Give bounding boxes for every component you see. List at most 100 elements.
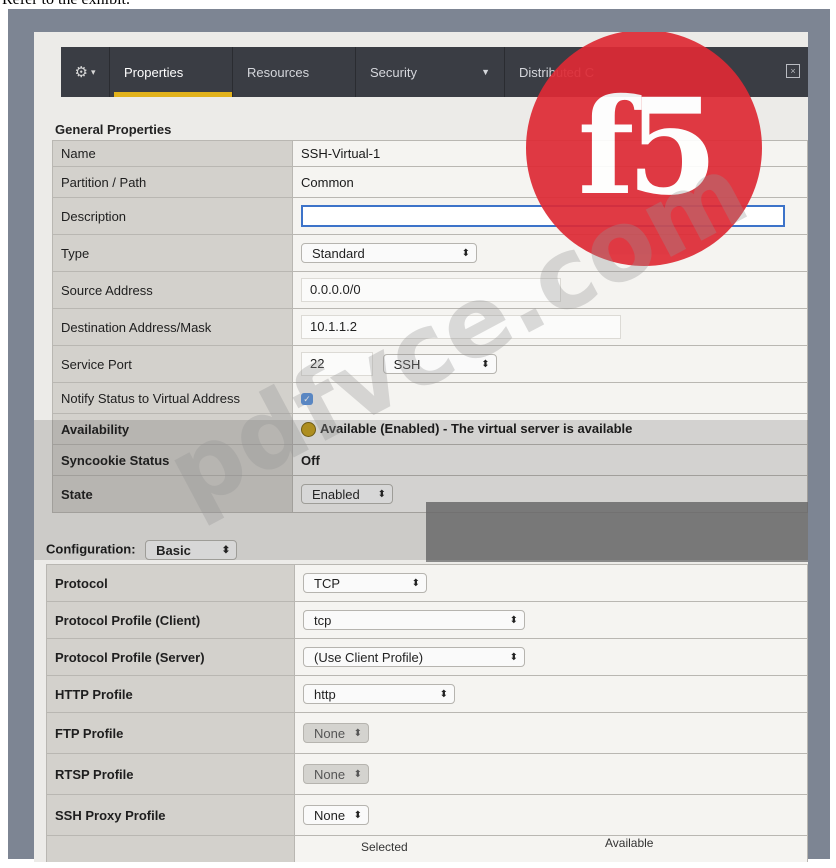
tab-label: Security <box>370 64 417 80</box>
availability-value: Available (Enabled) - The virtual server… <box>320 420 633 436</box>
protocol-label: Protocol <box>46 564 295 602</box>
row-syncookie: Syncookie Status Off <box>52 444 808 476</box>
syncookie-label: Syncookie Status <box>52 444 293 476</box>
http-profile-select[interactable]: http ⬍ <box>303 684 455 704</box>
select-arrow-icon: ⬍ <box>461 247 470 259</box>
status-available-icon <box>301 422 316 438</box>
row-client-profile: Protocol Profile (Client) tcp ⬍ <box>46 601 808 639</box>
tab-properties[interactable]: Properties <box>109 47 232 97</box>
client-profile-select[interactable]: tcp ⬍ <box>303 610 525 630</box>
service-select-value: SSH <box>393 356 421 372</box>
exhibit-caption: Refer to the exhibit. <box>2 0 130 9</box>
service-port-input[interactable]: 22 <box>301 352 373 376</box>
chevron-down-icon: ▾ <box>90 66 96 77</box>
destination-input[interactable]: 10.1.1.2 <box>301 315 621 339</box>
partition-label: Partition / Path <box>52 166 293 198</box>
protocol-cell: TCP ⬍ <box>294 564 808 602</box>
row-ssh-profile: SSH Proxy Profile None ⬍ <box>46 794 808 836</box>
server-profile-select[interactable]: (Use Client Profile) ⬍ <box>303 647 525 667</box>
type-select[interactable]: Standard ⬍ <box>301 243 477 263</box>
configuration-mode-select[interactable]: Basic ⬍ <box>145 540 238 560</box>
ftp-profile-select[interactable]: None ⬍ <box>303 723 369 743</box>
source-address-label: Source Address <box>52 271 293 309</box>
row-protocol: Protocol TCP ⬍ <box>46 564 808 602</box>
gear-menu-button[interactable]: ⚙ ▾ <box>61 63 109 81</box>
type-select-value: Standard <box>312 245 365 261</box>
description-label: Description <box>52 197 293 235</box>
type-label: Type <box>52 234 293 272</box>
close-icon[interactable]: × <box>786 64 800 78</box>
ssh-select-value: None <box>314 807 346 823</box>
select-arrow-icon: ⬍ <box>353 727 362 739</box>
row-destination: Destination Address/Mask 10.1.1.2 <box>52 308 808 346</box>
selected-header: Selected <box>361 840 408 854</box>
configuration-label: Configuration: <box>46 541 136 557</box>
client-select-value: tcp <box>314 612 332 628</box>
select-arrow-icon: ⬍ <box>481 358 490 370</box>
row-selected-available: Selected Available <box>46 835 808 862</box>
ssh-profile-cell: None ⬍ <box>294 794 808 836</box>
rtsp-profile-cell: None ⬍ <box>294 753 808 795</box>
photo-frame: ⚙ ▾ Properties Resources Security ▼ Distr… <box>8 9 830 862</box>
protocol-select-value: TCP <box>314 575 340 591</box>
row-rtsp-profile: RTSP Profile None ⬍ <box>46 753 808 795</box>
client-profile-label: Protocol Profile (Client) <box>46 601 295 639</box>
client-profile-cell: tcp ⬍ <box>294 601 808 639</box>
http-select-value: http <box>314 686 336 702</box>
row-source: Source Address 0.0.0.0/0 <box>52 271 808 309</box>
http-profile-label: HTTP Profile <box>46 675 295 713</box>
select-arrow-icon: ⬍ <box>221 544 231 556</box>
rtsp-profile-label: RTSP Profile <box>46 753 295 795</box>
ssh-profile-select[interactable]: None ⬍ <box>303 805 369 825</box>
name-label: Name <box>52 140 293 167</box>
tab-resources[interactable]: Resources <box>232 47 355 97</box>
protocol-select[interactable]: TCP ⬍ <box>303 573 427 593</box>
select-arrow-icon: ⬍ <box>377 488 386 500</box>
row-ftp-profile: FTP Profile None ⬍ <box>46 712 808 754</box>
select-arrow-icon: ⬍ <box>411 577 420 589</box>
selected-available-cell: Selected Available <box>294 835 808 862</box>
ftp-profile-cell: None ⬍ <box>294 712 808 754</box>
rtsp-profile-select[interactable]: None ⬍ <box>303 764 369 784</box>
service-port-label: Service Port <box>52 345 293 383</box>
state-label: State <box>52 475 293 513</box>
row-availability: Availability Available (Enabled) - The v… <box>52 413 808 445</box>
dropdown-arrow-icon: ▼ <box>481 67 490 77</box>
server-profile-label: Protocol Profile (Server) <box>46 638 295 676</box>
configuration-table: Protocol TCP ⬍ Protocol Profile (Client) … <box>46 564 808 862</box>
redaction-block <box>426 502 808 562</box>
notify-cell: ✓ <box>292 382 808 414</box>
empty-label <box>46 835 295 862</box>
screen: ⚙ ▾ Properties Resources Security ▼ Distr… <box>34 32 808 862</box>
server-select-value: (Use Client Profile) <box>314 649 424 665</box>
available-header: Available <box>605 836 654 850</box>
ssh-profile-label: SSH Proxy Profile <box>46 794 295 836</box>
destination-label: Destination Address/Mask <box>52 308 293 346</box>
server-profile-cell: (Use Client Profile) ⬍ <box>294 638 808 676</box>
row-notify: Notify Status to Virtual Address ✓ <box>52 382 808 414</box>
ftp-profile-label: FTP Profile <box>46 712 295 754</box>
ftp-select-value: None <box>314 725 346 741</box>
destination-cell: 10.1.1.2 <box>292 308 808 346</box>
f5-logo: f5 <box>526 32 762 266</box>
row-http-profile: HTTP Profile http ⬍ <box>46 675 808 713</box>
row-service-port: Service Port 22 SSH ⬍ <box>52 345 808 383</box>
source-cell: 0.0.0.0/0 <box>292 271 808 309</box>
type-cell: Standard ⬍ <box>292 234 808 272</box>
general-properties-title: General Properties <box>55 122 172 137</box>
gear-icon: ⚙ <box>74 64 88 81</box>
availability-label: Availability <box>52 413 293 445</box>
mode-select-value: Basic <box>156 542 191 558</box>
tab-security[interactable]: Security ▼ <box>355 47 504 97</box>
source-address-input[interactable]: 0.0.0.0/0 <box>301 278 561 302</box>
service-port-cell: 22 SSH ⬍ <box>292 345 808 383</box>
availability-cell: Available (Enabled) - The virtual server… <box>292 413 808 445</box>
service-port-select[interactable]: SSH ⬍ <box>382 354 497 374</box>
notify-checkbox[interactable]: ✓ <box>301 393 313 406</box>
rtsp-select-value: None <box>314 766 346 782</box>
tab-label: Properties <box>124 64 184 80</box>
select-arrow-icon: ⬍ <box>439 688 448 700</box>
f5-logo-text: f5 <box>577 70 719 225</box>
state-select[interactable]: Enabled ⬍ <box>301 484 393 504</box>
row-server-profile: Protocol Profile (Server) (Use Client Pr… <box>46 638 808 676</box>
